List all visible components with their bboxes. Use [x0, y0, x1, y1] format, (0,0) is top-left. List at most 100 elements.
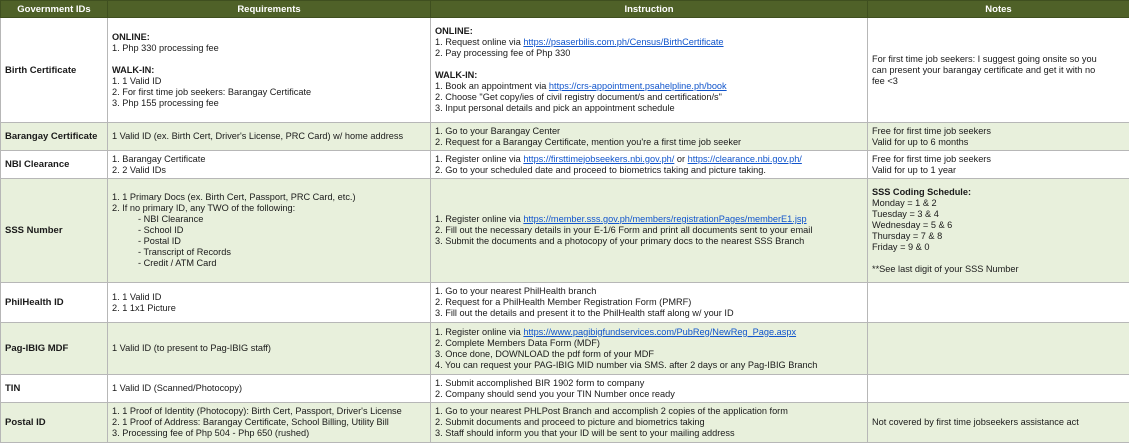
notes-cell: For first time job seekers: I suggest go… [867, 17, 1129, 123]
line-text: 3. Fill out the details and present it t… [435, 308, 734, 318]
ins-line: 2. Request for a Barangay Certificate, m… [435, 137, 863, 148]
link[interactable]: https://psaserbilis.com.ph/Census/BirthC… [523, 37, 723, 47]
link[interactable]: https://www.pagibigfundservices.com/PubR… [523, 327, 796, 337]
line-text: **See last digit of your SSS Number [872, 263, 1019, 274]
line-text: Friday = 9 & 0 [872, 241, 930, 252]
line-text: 1. Php 330 processing fee [112, 42, 219, 53]
line-text: 1 Valid ID (ex. Birth Cert, Driver's Lic… [112, 131, 404, 141]
line-text: can present your barangay certificate an… [872, 64, 1096, 75]
req-line: - NBI Clearance [112, 214, 426, 225]
ins-line: 2. Go to your scheduled date and proceed… [435, 165, 863, 176]
line-text: 1. 1 Proof of Identity (Photocopy): Birt… [112, 406, 402, 416]
line-text: Wednesday = 5 & 6 [872, 219, 953, 230]
notes-line: can present your barangay certificate an… [872, 65, 1125, 76]
ins-line: 1. Go to your nearest PHLPost Branch and… [435, 406, 863, 417]
line-text: 1 Valid ID (Scanned/Photocopy) [112, 383, 243, 393]
requirements-cell: 1 Valid ID (to present to Pag-IBIG staff… [107, 322, 431, 375]
notes-cell [867, 374, 1129, 403]
ins-line: 2. Complete Members Data Form (MDF) [435, 338, 863, 349]
req-line: 1. 1 Proof of Identity (Photocopy): Birt… [112, 406, 426, 417]
link[interactable]: https://firsttimejobseekers.nbi.gov.ph/ [523, 154, 674, 164]
instruction-cell: 1. Register online via https://firsttime… [430, 150, 868, 179]
notes-cell [867, 282, 1129, 323]
table-row: Postal ID 1. 1 Proof of Identity (Photoco… [0, 402, 1129, 443]
line-text: 1. Go to your nearest PhilHealth branch [435, 286, 597, 296]
table-row: Birth Certificate ONLINE: 1. Php 330 proce… [0, 17, 1129, 123]
req-line: 2. 1 1x1 Picture [112, 303, 426, 314]
line-text: 4. You can request your PAG-IBIG MID num… [435, 359, 818, 370]
instruction-cell: 1. Register online via https://www.pagib… [430, 322, 868, 375]
line-text: - Credit / ATM Card [138, 258, 217, 268]
line-text: 2. Fill out the necessary details in you… [435, 225, 813, 235]
req-line: 1. Barangay Certificate [112, 154, 426, 165]
gov-ids-table: Government IDs Requirements Instruction … [0, 0, 1129, 443]
line-text: 2. For first time job seekers: Barangay … [112, 86, 312, 97]
line-text: For first time job seekers: I suggest go… [872, 53, 1097, 64]
ins-line: 3. Staff should inform you that your ID … [435, 428, 863, 439]
link[interactable]: https://crs-appointment.psahelpline.ph/b… [549, 81, 727, 91]
notes-cell: Not covered by first time jobseekers ass… [867, 402, 1129, 443]
instruction-cell: ONLINE: 1. Request online via https://psa… [430, 17, 868, 123]
line-text: WALK-IN: [435, 70, 478, 80]
req-line: 1. 1 Valid ID [112, 76, 426, 87]
line-text: 2. Choose "Get copy/ies of civil registr… [435, 92, 722, 102]
line-text: ONLINE: [435, 26, 473, 36]
id-name: Postal ID [5, 417, 46, 428]
line-text: Tuesday = 3 & 4 [872, 208, 939, 219]
notes-line: Not covered by first time jobseekers ass… [872, 417, 1125, 428]
line-text: - Postal ID [138, 236, 181, 246]
line-text: 2. Pay processing fee of Php 330 [435, 48, 571, 58]
req-line: 2. For first time job seekers: Barangay … [112, 87, 426, 98]
table-row: TIN 1 Valid ID (Scanned/Photocopy) 1. Subm… [0, 374, 1129, 403]
line-text: 2. 1 Proof of Address: Barangay Certific… [112, 417, 389, 427]
notes-line: Valid for up to 6 months [872, 137, 1125, 148]
req-line: 1. 1 Primary Docs (ex. Birth Cert, Passp… [112, 192, 426, 203]
ins-line: 2. Fill out the necessary details in you… [435, 225, 863, 236]
line-text: 2. 2 Valid IDs [112, 164, 166, 175]
line-text: 1. Register online via [435, 214, 524, 224]
id-name: PhilHealth ID [5, 297, 64, 308]
line-text: Not covered by first time jobseekers ass… [872, 417, 1079, 427]
line-text: 2. Company should send you your TIN Numb… [435, 388, 675, 399]
notes-line: Wednesday = 5 & 6 [872, 220, 1125, 231]
requirements-cell: 1. 1 Primary Docs (ex. Birth Cert, Passp… [107, 178, 431, 283]
req-line: 3. Php 155 processing fee [112, 98, 426, 109]
header-requirements: Requirements [107, 0, 431, 18]
link[interactable]: https://clearance.nbi.gov.ph/ [688, 154, 802, 164]
instruction-cell: 1. Go to your nearest PhilHealth branch 2… [430, 282, 868, 323]
id-name: NBI Clearance [5, 159, 70, 170]
req-line: 1. 1 Valid ID [112, 292, 426, 303]
header-notes: Notes [867, 0, 1129, 18]
notes-cell: Free for first time job seekers Valid for… [867, 150, 1129, 179]
line-text: - NBI Clearance [138, 214, 204, 224]
ins-line: 1. Register online via https://www.pagib… [435, 327, 863, 338]
line-text: or [674, 153, 688, 164]
ins-line: 2. Pay processing fee of Php 330 [435, 48, 863, 59]
id-name: Birth Certificate [5, 64, 77, 76]
req-line: WALK-IN: [112, 65, 426, 76]
line-text: 3. Submit the documents and a photocopy … [435, 236, 805, 246]
ins-line: 1. Register online via https://member.ss… [435, 214, 863, 225]
ins-line: 2. Request for a PhilHealth Member Regis… [435, 297, 863, 308]
req-line: 2. 1 Proof of Address: Barangay Certific… [112, 417, 426, 428]
ins-line: 1. Book an appointment via https://crs-a… [435, 81, 863, 92]
header-government-ids: Government IDs [0, 0, 108, 18]
line-text: 1. Go to your Barangay Center [435, 125, 561, 136]
req-line: - Transcript of Records [112, 247, 426, 258]
line-text: fee <3 [872, 75, 898, 86]
notes-line: fee <3 [872, 76, 1125, 87]
ins-line: 1. Request online via https://psaserbili… [435, 37, 863, 48]
ins-line: 3. Once done, DOWNLOAD the pdf form of y… [435, 349, 863, 360]
line-text: 3. Input personal details and pick an ap… [435, 103, 675, 113]
notes-line: **See last digit of your SSS Number [872, 264, 1125, 275]
link[interactable]: https://member.sss.gov.ph/members/regist… [523, 214, 806, 224]
notes-cell [867, 322, 1129, 375]
line-text: Free for first time job seekers [872, 153, 991, 164]
notes-line: Free for first time job seekers [872, 154, 1125, 165]
line-text: 1. 1 Valid ID [112, 75, 162, 86]
req-line: - Credit / ATM Card [112, 258, 426, 269]
id-cell: NBI Clearance [0, 150, 108, 179]
